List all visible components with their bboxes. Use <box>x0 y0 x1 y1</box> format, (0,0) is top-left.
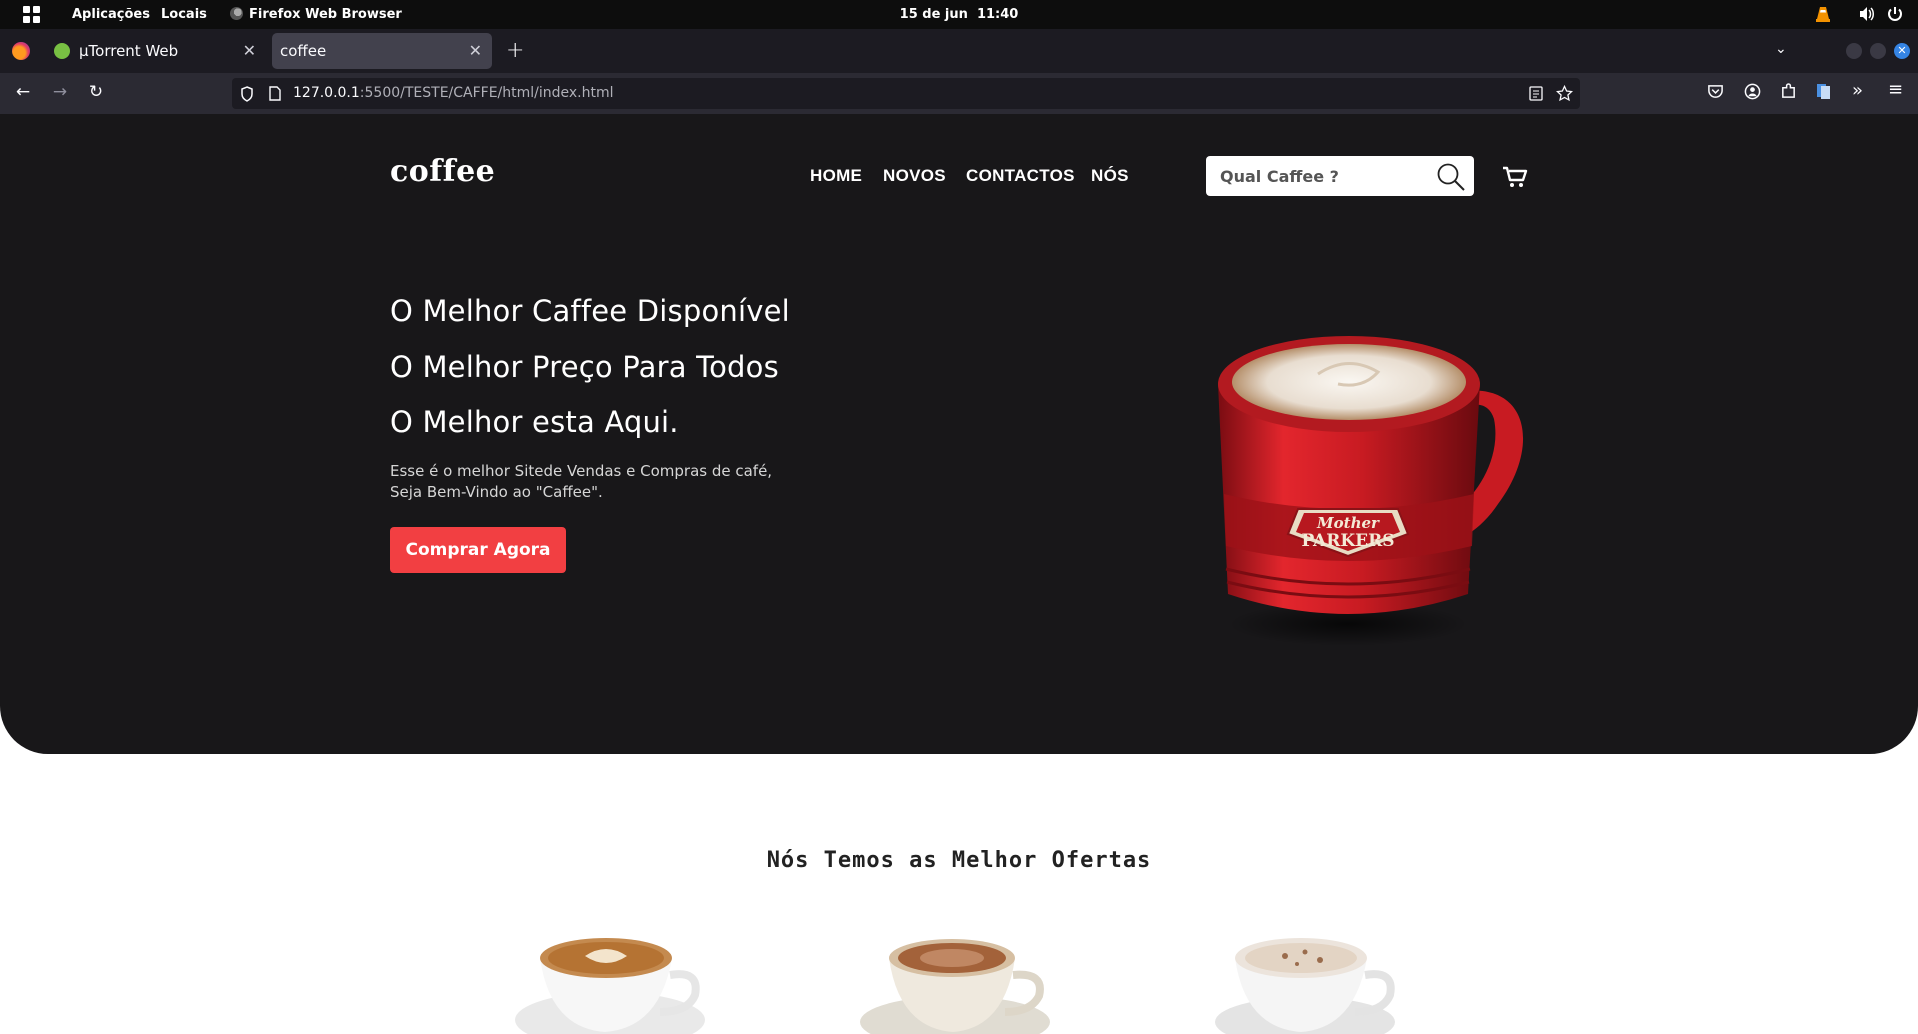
reload-icon[interactable]: ↻ <box>84 82 108 102</box>
mug-brand-line-1: Mother <box>1316 514 1380 532</box>
search-box <box>1206 156 1474 196</box>
url-host: 127.0.0.1 <box>293 85 360 101</box>
url-text[interactable]: 127.0.0.1:5500/TESTE/CAFFE/html/index.ht… <box>293 85 614 101</box>
reader-view-icon[interactable] <box>1529 86 1543 101</box>
new-tab-icon[interactable]: + <box>506 38 524 63</box>
close-window-icon[interactable]: ✕ <box>1894 43 1910 59</box>
cart-icon[interactable] <box>1502 164 1528 190</box>
mug-brand-line-2: PARKERS <box>1301 531 1394 551</box>
hero-headline-3: O Melhor esta Aqui. <box>390 405 679 439</box>
account-icon[interactable] <box>1744 83 1761 100</box>
page-info-icon[interactable] <box>269 86 281 101</box>
list-all-tabs-icon[interactable]: ⌄ <box>1775 41 1787 57</box>
pocket-icon[interactable] <box>1707 83 1724 100</box>
applications-menu[interactable]: Aplicações <box>72 7 150 22</box>
extensions-icon[interactable] <box>1780 83 1797 100</box>
clock-time[interactable]: 11:40 <box>977 7 1018 22</box>
nav-link-novos[interactable]: NOVOS <box>883 166 946 186</box>
hero-headline-2: O Melhor Preço Para Todos <box>390 350 779 384</box>
active-app-menu[interactable]: Firefox Web Browser <box>230 7 402 22</box>
tab-close-icon[interactable]: ✕ <box>243 41 256 60</box>
hero-headline-1: O Melhor Caffee Disponível <box>390 294 790 328</box>
navigation-toolbar: ← → ↻ 127.0.0.1:5500/TESTE/CAFFE/html/in… <box>0 73 1918 114</box>
volume-icon[interactable] <box>1858 5 1876 23</box>
search-icon[interactable] <box>1436 162 1466 192</box>
places-menu[interactable]: Locais <box>161 7 207 22</box>
page-viewport: coffee HOME NOVOS CONTACTOS NÓS O Melhor… <box>0 114 1918 1034</box>
minimize-icon[interactable] <box>1846 43 1862 59</box>
vlc-icon[interactable] <box>1815 5 1831 23</box>
firefox-mini-icon <box>230 7 243 20</box>
latte-art-cup-image[interactable] <box>510 920 720 1034</box>
system-top-bar: Aplicações Locais Firefox Web Browser 15… <box>0 0 1918 29</box>
app-grid-icon[interactable] <box>23 6 40 23</box>
tab-close-icon[interactable]: ✕ <box>469 41 482 60</box>
back-icon[interactable]: ← <box>11 82 35 102</box>
hero-description: Esse é o melhor Sitede Vendas e Compras … <box>390 461 810 503</box>
nav-link-contactos[interactable]: CONTACTOS <box>966 166 1075 186</box>
hamburger-menu-icon[interactable]: ≡ <box>1888 79 1903 100</box>
utorrent-favicon-icon <box>54 43 70 59</box>
hero-section: coffee HOME NOVOS CONTACTOS NÓS O Melhor… <box>0 114 1918 754</box>
tab-label: µTorrent Web <box>79 42 179 60</box>
tab-utorrent[interactable]: µTorrent Web ✕ <box>44 33 266 69</box>
hero-description-line-2: Seja Bem-Vindo ao "Caffee". <box>390 483 603 501</box>
mocha-cup-image[interactable] <box>1205 920 1415 1034</box>
translate-extension-icon[interactable] <box>1816 83 1831 100</box>
maximize-icon[interactable] <box>1870 43 1886 59</box>
search-input[interactable] <box>1220 156 1420 196</box>
tracking-shield-icon[interactable] <box>240 86 254 102</box>
offers-section-title: Nós Temos as Melhor Ofertas <box>766 848 1152 873</box>
url-path: :5500/TESTE/CAFFE/html/index.html <box>359 85 614 101</box>
tab-label: coffee <box>280 42 327 60</box>
buy-now-button[interactable]: Comprar Agora <box>390 527 566 573</box>
coffee-mug-image: Mother PARKERS <box>1218 336 1524 646</box>
cappuccino-cup-image[interactable] <box>855 920 1065 1034</box>
hero-description-line-1: Esse é o melhor Sitede Vendas e Compras … <box>390 462 773 480</box>
url-bar[interactable]: 127.0.0.1:5500/TESTE/CAFFE/html/index.ht… <box>232 78 1580 109</box>
bookmark-star-icon[interactable] <box>1556 85 1573 102</box>
forward-icon[interactable]: → <box>48 82 72 102</box>
active-app-label: Firefox Web Browser <box>249 7 402 22</box>
tab-coffee[interactable]: coffee ✕ <box>272 33 492 69</box>
clock-date[interactable]: 15 de jun <box>900 7 968 22</box>
site-logo[interactable]: coffee <box>390 154 495 189</box>
firefox-view-icon[interactable] <box>12 42 30 60</box>
nav-link-nos[interactable]: NÓS <box>1091 166 1129 186</box>
tab-strip: µTorrent Web ✕ coffee ✕ + ⌄ ✕ <box>0 29 1918 73</box>
more-tools-icon[interactable]: » <box>1852 80 1863 101</box>
power-icon[interactable] <box>1886 5 1904 23</box>
nav-link-home[interactable]: HOME <box>810 166 862 186</box>
